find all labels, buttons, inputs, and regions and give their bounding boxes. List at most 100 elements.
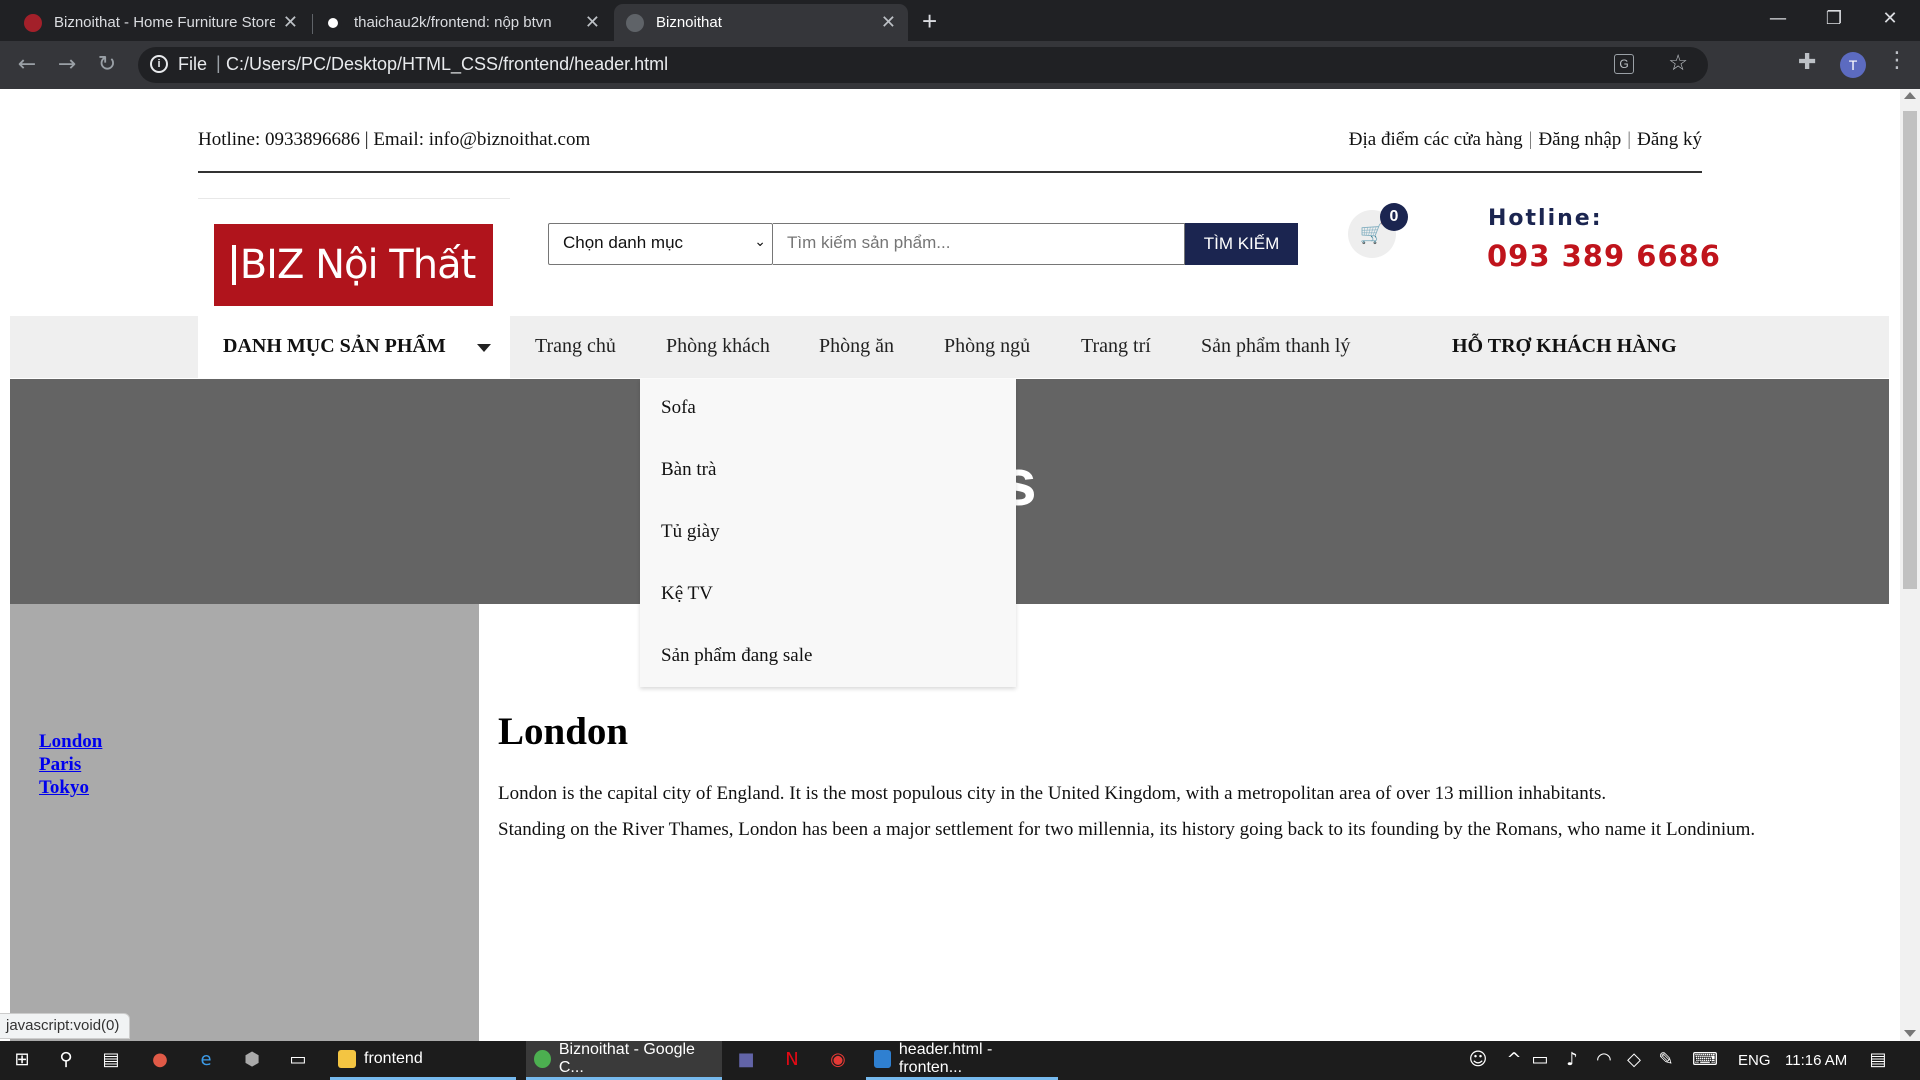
battery-icon[interactable]: ▭: [1528, 1049, 1552, 1073]
forward-icon[interactable]: →: [52, 50, 82, 80]
content-paragraph: Standing on the River Thames, London has…: [498, 819, 1756, 840]
chevron-up-icon[interactable]: ^: [1502, 1049, 1526, 1073]
dropdown-item-tv-shelf[interactable]: Kệ TV: [661, 583, 713, 605]
hotline-number: 093 389 6686: [1487, 239, 1721, 273]
url-divider: |: [216, 53, 221, 73]
city-sidebar: London Paris Tokyo: [10, 604, 479, 1041]
volume-icon[interactable]: ♪: [1560, 1049, 1584, 1073]
dropdown-item-coffee-table[interactable]: Bàn trà: [661, 459, 716, 481]
scroll-up-arrow-icon[interactable]: [1904, 92, 1916, 99]
edge-icon[interactable]: e: [194, 1049, 218, 1073]
tab-biznoithat-store[interactable]: Biznoithat - Home Furniture Store ✕: [12, 4, 310, 41]
stores-link[interactable]: Địa điểm các cửa hàng: [1349, 129, 1523, 150]
nav-item-home[interactable]: Trang chủ: [535, 335, 616, 358]
taskbar-app-vscode[interactable]: header.html - fronten...: [866, 1041, 1058, 1080]
bookmark-star-icon[interactable]: ☆: [1668, 50, 1688, 76]
netflix-icon[interactable]: N: [780, 1049, 804, 1073]
terminal-icon[interactable]: ▭: [286, 1049, 310, 1073]
top-header-bar: Hotline: 0933896686 | Email: info@biznoi…: [198, 129, 1702, 151]
scrollbar-thumb[interactable]: [1903, 111, 1917, 589]
category-select[interactable]: Chọn danh mục ⌄: [548, 223, 773, 265]
logo-divider: [198, 198, 510, 199]
people-icon[interactable]: ☺: [1466, 1049, 1490, 1073]
category-menu-label: DANH MỤC SẢN PHẨM: [223, 335, 446, 357]
browser-menu-icon[interactable]: ⋮: [1886, 48, 1908, 73]
windows-start-icon[interactable]: ⊞: [10, 1049, 34, 1073]
info-icon[interactable]: i: [150, 55, 168, 73]
task-view-icon[interactable]: ▤: [99, 1049, 123, 1073]
tab-title: thaichau2k/frontend: nộp btvn: [354, 14, 552, 31]
account-links: Địa điểm các cửa hàng | Đăng nhập | Đăng ký: [1348, 129, 1702, 150]
biz-favicon-icon: [24, 13, 42, 32]
input-language[interactable]: ENG: [1738, 1052, 1771, 1069]
close-icon[interactable]: ✕: [585, 12, 600, 33]
restore-icon[interactable]: ❐: [1806, 0, 1862, 41]
keyboard-icon[interactable]: ⌨: [1692, 1049, 1718, 1073]
tab-github-frontend[interactable]: thaichau2k/frontend: nộp btvn ✕: [312, 4, 612, 41]
taskbar-app-label: frontend: [364, 1050, 423, 1067]
url-text[interactable]: C:/Users/PC/Desktop/HTML_CSS/frontend/he…: [226, 54, 668, 75]
minimize-icon[interactable]: —: [1750, 0, 1806, 41]
content-paragraph: London is the capital city of England. I…: [498, 783, 1607, 804]
nav-item-decor[interactable]: Trang trí: [1081, 335, 1151, 358]
dropbox-icon[interactable]: ◇: [1622, 1049, 1646, 1073]
extensions-puzzle-icon[interactable]: ✚: [1798, 50, 1816, 75]
taskbar-clock[interactable]: 11:16 AM: [1785, 1052, 1847, 1069]
address-bar[interactable]: i File | C:/Users/PC/Desktop/HTML_CSS/fr…: [138, 47, 1708, 83]
tab-biznoithat[interactable]: Biznoithat ✕: [614, 4, 908, 41]
dropdown-item-shoe-cabinet[interactable]: Tủ giày: [661, 521, 720, 543]
pinned-app-icon[interactable]: ◉: [826, 1049, 850, 1073]
profile-avatar[interactable]: T: [1840, 52, 1866, 78]
login-link[interactable]: Đăng nhập: [1538, 129, 1621, 150]
search-input[interactable]: Tìm kiếm sản phẩm...: [773, 223, 1185, 265]
link-status-bubble: javascript:void(0): [0, 1013, 131, 1039]
category-select-value: Chọn danh mục: [563, 233, 684, 252]
url-scheme: File: [178, 54, 208, 74]
browser-toolbar: ← → ↻ i File | C:/Users/PC/Desktop/HTML_…: [0, 41, 1920, 89]
site-logo[interactable]: BIZ Nội Thất: [214, 224, 493, 306]
tab-title: Biznoithat: [656, 14, 722, 31]
taskbar-app-label: header.html - fronten...: [898, 1041, 993, 1076]
header-divider: [198, 171, 1702, 173]
sidebar-link-paris[interactable]: Paris: [39, 754, 81, 776]
notifications-icon[interactable]: ▤: [1866, 1049, 1890, 1073]
translate-icon[interactable]: G: [1614, 54, 1634, 74]
nav-item-dining-room[interactable]: Phòng ăn: [819, 335, 894, 358]
teams-icon[interactable]: ■: [734, 1049, 758, 1073]
logo-bracket: [231, 245, 236, 285]
search-icon[interactable]: ⚲: [54, 1049, 78, 1073]
folder-icon: [338, 1050, 356, 1068]
search-button[interactable]: TÌM KIẾM: [1185, 223, 1298, 265]
dropdown-item-sale[interactable]: Sản phẩm đang sale: [661, 645, 812, 667]
reload-icon[interactable]: ↻: [92, 50, 122, 80]
sidebar-link-london[interactable]: London: [39, 731, 102, 753]
pen-icon[interactable]: ✎: [1654, 1049, 1678, 1073]
nav-item-living-room[interactable]: Phòng khách: [666, 335, 770, 358]
dropdown-item-sofa[interactable]: Sofa: [661, 397, 696, 419]
close-icon[interactable]: ✕: [283, 12, 298, 33]
taskbar-app-label: Biznoithat - Google C...: [558, 1041, 695, 1076]
nav-item-bedroom[interactable]: Phòng ngủ: [944, 335, 1030, 358]
nav-item-clearance[interactable]: Sản phẩm thanh lý: [1201, 335, 1350, 358]
caret-down-icon: [477, 344, 491, 352]
pinned-app-icon[interactable]: ⬢: [240, 1049, 264, 1073]
hotline-label: Hotline:: [1488, 206, 1603, 231]
taskbar-app-explorer[interactable]: frontend: [330, 1041, 516, 1080]
sidebar-link-tokyo[interactable]: Tokyo: [39, 777, 89, 799]
window-close-icon[interactable]: ✕: [1862, 0, 1918, 41]
scroll-down-arrow-icon[interactable]: [1904, 1030, 1916, 1037]
taskbar-app-chrome[interactable]: Biznoithat - Google C...: [526, 1041, 722, 1080]
nav-customer-support[interactable]: HỖ TRỢ KHÁCH HÀNG: [1452, 335, 1677, 358]
pinned-app-icon[interactable]: ●: [148, 1049, 172, 1073]
new-tab-icon[interactable]: +: [922, 6, 937, 37]
vscode-icon: [874, 1050, 891, 1068]
logo-text: BIZ Nội Thất: [239, 242, 477, 288]
page-viewport: Hotline: 0933896686 | Email: info@biznoi…: [0, 89, 1920, 1041]
wifi-icon[interactable]: ◠: [1592, 1049, 1616, 1073]
close-icon[interactable]: ✕: [881, 12, 896, 33]
contact-info: Hotline: 0933896686 | Email: info@biznoi…: [198, 129, 591, 150]
github-icon: [324, 13, 342, 32]
register-link[interactable]: Đăng ký: [1637, 129, 1702, 150]
category-menu-button[interactable]: DANH MỤC SẢN PHẨM: [198, 316, 510, 378]
back-icon[interactable]: ←: [12, 50, 42, 80]
